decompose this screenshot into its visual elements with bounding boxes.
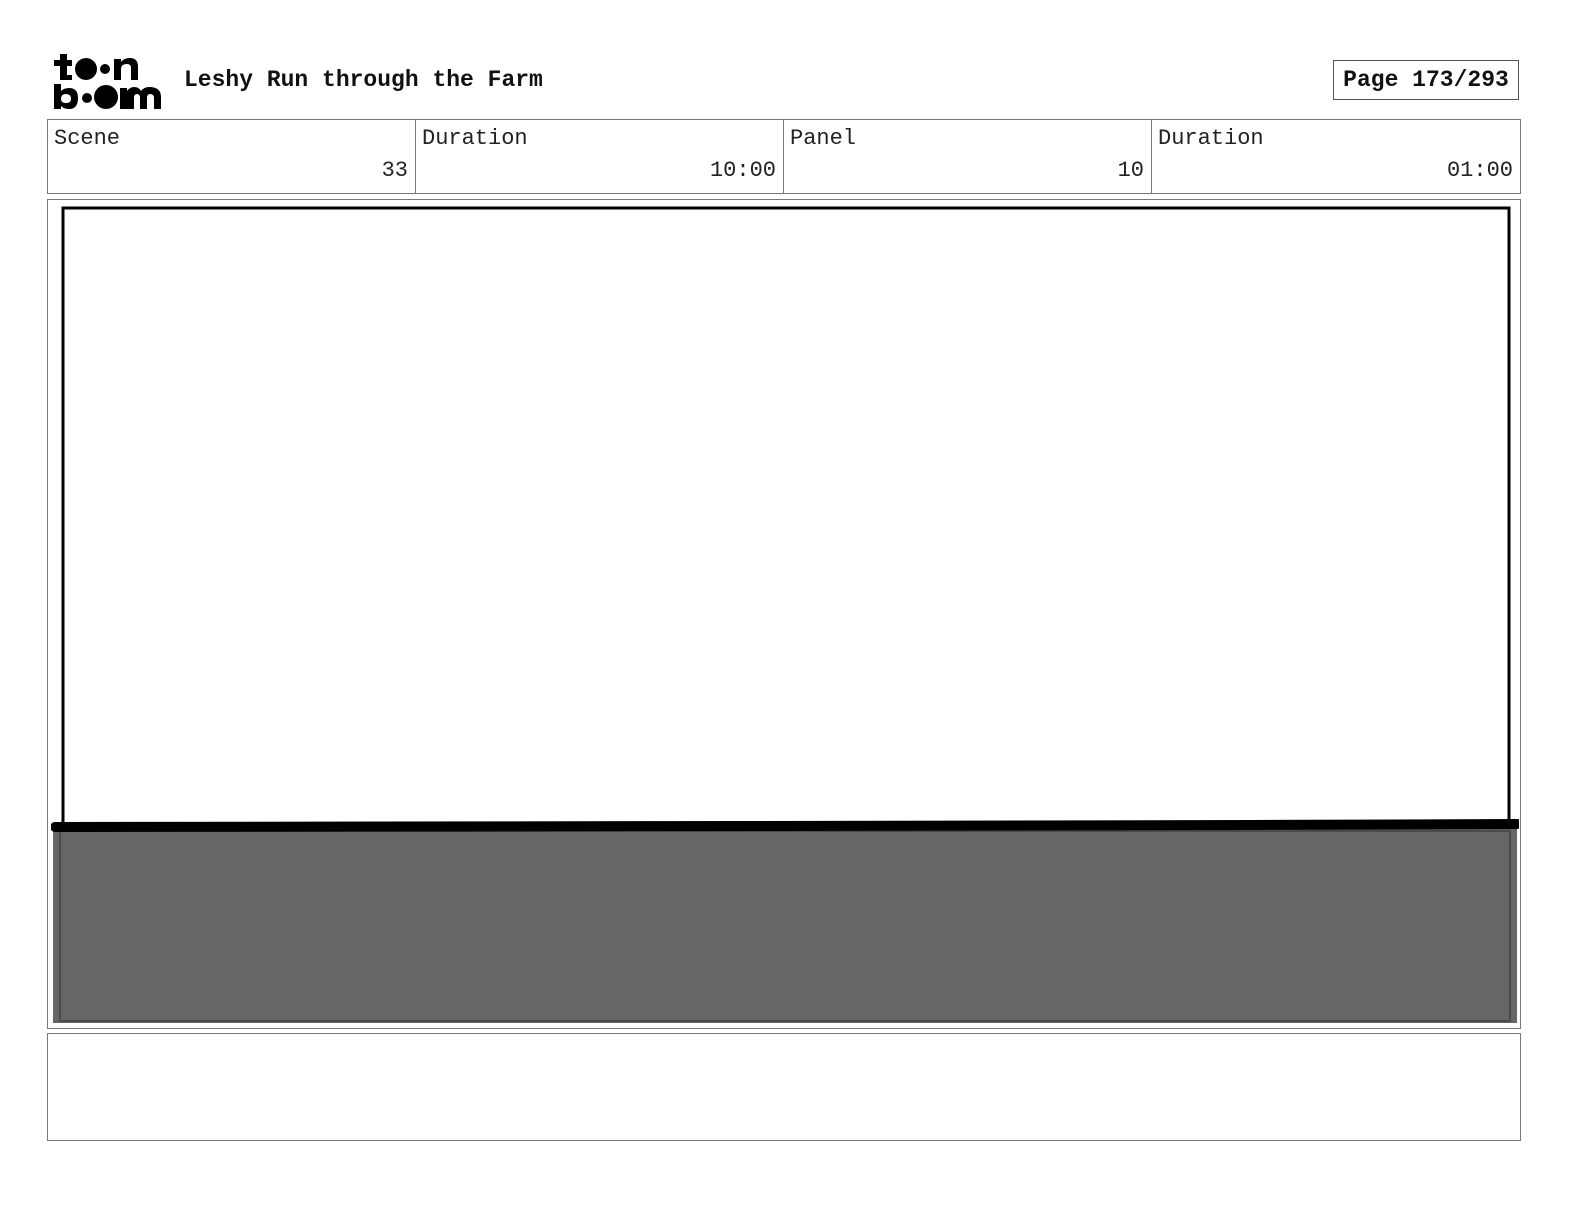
panel-cell: Panel 10	[784, 120, 1152, 193]
panel-sketch	[51, 206, 1519, 1023]
storyboard-panel	[47, 199, 1521, 1029]
page-number-badge: Page 173/293	[1333, 60, 1519, 100]
panel-duration-cell: Duration 01:00	[1152, 120, 1520, 193]
scene-label: Scene	[54, 126, 121, 151]
panel-value: 10	[1117, 158, 1144, 183]
camera-frame	[61, 206, 1511, 830]
scene-duration-cell: Duration 10:00	[416, 120, 784, 193]
scene-info-bar: Scene 33 Duration 10:00 Panel 10 Duratio…	[47, 119, 1521, 194]
panel-label: Panel	[790, 126, 857, 151]
panel-duration-value: 01:00	[1446, 158, 1513, 183]
scene-duration-label: Duration	[422, 126, 528, 151]
panel-duration-label: Duration	[1158, 126, 1264, 151]
horizon-line	[51, 819, 1519, 832]
scene-value: 33	[381, 158, 408, 183]
ground-area	[53, 827, 1517, 1023]
scene-cell: Scene 33	[48, 120, 416, 193]
scene-duration-value: 10:00	[709, 158, 776, 183]
notes-box	[47, 1033, 1521, 1141]
toon-boom-logo-icon	[52, 50, 164, 112]
document-title: Leshy Run through the Farm	[184, 67, 543, 93]
